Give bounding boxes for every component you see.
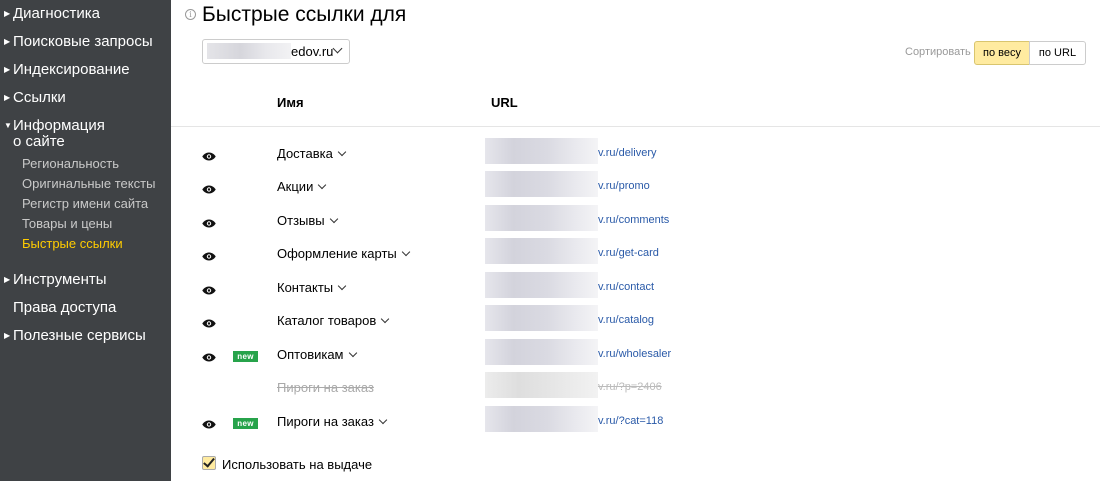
link-url[interactable]: v.ru/?cat=118 xyxy=(598,415,663,427)
url-domain-blur xyxy=(485,171,598,197)
link-name-dropdown[interactable]: Каталог товаров xyxy=(277,313,390,328)
eye-icon[interactable] xyxy=(202,248,216,261)
table-row: Каталог товаров v.ru/catalog xyxy=(171,305,1100,335)
sidebar-subitem-regionality[interactable]: Региональность xyxy=(22,156,119,172)
url-domain-blur xyxy=(485,372,598,398)
link-name: Пироги на заказ xyxy=(277,380,374,395)
url-domain-blur xyxy=(485,238,598,264)
sidebar-subitem-products-prices[interactable]: Товары и цены xyxy=(22,216,112,232)
chevron-down-icon xyxy=(378,415,388,425)
eye-icon[interactable] xyxy=(202,416,216,429)
new-badge: new xyxy=(233,418,258,429)
triangle-right-icon: ▶ xyxy=(4,275,11,284)
column-header-name: Имя xyxy=(277,95,304,110)
link-url[interactable]: v.ru/catalog xyxy=(598,314,654,326)
sidebar-item-tools[interactable]: ▶ Инструменты xyxy=(4,272,107,288)
link-url[interactable]: v.ru/comments xyxy=(598,214,669,226)
link-name-dropdown[interactable]: Оформление карты xyxy=(277,246,410,261)
url-domain-blur xyxy=(485,339,598,365)
link-name-dropdown[interactable]: Оптовикам xyxy=(277,347,357,362)
new-badge: new xyxy=(233,351,258,362)
table-row: Акции v.ru/promo xyxy=(171,171,1100,201)
sort-label: Сортировать xyxy=(905,46,971,58)
page-title: Быстрые ссылки для xyxy=(202,3,407,26)
sidebar-subitem-quick-links[interactable]: Быстрые ссылки xyxy=(22,236,123,252)
site-selector-value: edov.ru xyxy=(291,44,334,59)
eye-icon[interactable] xyxy=(202,282,216,295)
link-url[interactable]: v.ru/contact xyxy=(598,281,654,293)
link-name-text: Пироги на заказ xyxy=(277,414,374,429)
chevron-down-icon xyxy=(337,147,347,157)
sidebar-item-access-rights[interactable]: Права доступа xyxy=(13,300,116,316)
site-selector[interactable]: edov.ru xyxy=(202,39,350,64)
eye-icon[interactable] xyxy=(202,349,216,362)
triangle-down-icon: ▼ xyxy=(4,121,12,130)
link-name-text: Каталог товаров xyxy=(277,313,377,328)
url-domain-blur xyxy=(485,305,598,331)
chevron-down-icon xyxy=(332,43,343,54)
link-name-dropdown[interactable]: Акции xyxy=(277,179,327,194)
use-in-results-label: Использовать на выдаче xyxy=(222,457,373,472)
table-row: Оформление карты v.ru/get-card xyxy=(171,238,1100,268)
link-url[interactable]: v.ru/promo xyxy=(598,180,650,192)
url-domain-blur xyxy=(485,272,598,298)
sidebar: ▶ Диагностика ▶ Поисковые запросы ▶ Индекси… xyxy=(0,0,171,481)
eye-icon[interactable] xyxy=(202,148,216,161)
sidebar-item-site-info[interactable]: ▼Информация о сайте xyxy=(4,118,105,150)
site-name-blur xyxy=(207,43,291,59)
sidebar-item-indexing[interactable]: ▶ Индексирование xyxy=(4,62,130,78)
sidebar-item-search-queries[interactable]: ▶ Поисковые запросы xyxy=(4,34,153,50)
table-row: Доставка v.ru/delivery xyxy=(171,138,1100,168)
url-domain-blur xyxy=(485,138,598,164)
chevron-down-icon xyxy=(381,314,390,324)
chevron-down-icon xyxy=(337,281,347,291)
sidebar-subitem-site-name-case[interactable]: Регистр имени сайта xyxy=(22,196,148,212)
webmaster-app: ▶ Диагностика ▶ Поисковые запросы ▶ Индекси… xyxy=(0,0,1100,481)
link-url: v.ru/?p=2406 xyxy=(598,381,662,393)
table-row: Отзывы v.ru/comments xyxy=(171,205,1100,235)
triangle-right-icon: ▶ xyxy=(4,331,11,340)
table-row: new Пироги на заказ v.ru/?cat=118 xyxy=(171,406,1100,436)
link-name-text: Доставка xyxy=(277,146,333,161)
url-domain-blur xyxy=(485,406,598,432)
table-row: Пироги на заказ v.ru/?p=2406 xyxy=(171,372,1100,402)
link-name-dropdown[interactable]: Доставка xyxy=(277,146,347,161)
chevron-down-icon xyxy=(401,247,410,257)
sort-by-url-button[interactable]: по URL xyxy=(1029,41,1086,65)
info-icon[interactable]: i xyxy=(185,9,196,20)
chevron-down-icon xyxy=(329,214,338,224)
triangle-right-icon: ▶ xyxy=(4,37,11,46)
url-domain-blur xyxy=(485,205,598,231)
triangle-right-icon: ▶ xyxy=(4,93,11,102)
sidebar-item-diagnostics[interactable]: ▶ Диагностика xyxy=(4,6,100,22)
triangle-right-icon: ▶ xyxy=(4,65,11,74)
chevron-down-icon xyxy=(348,348,357,358)
eye-icon[interactable] xyxy=(202,215,216,228)
link-url[interactable]: v.ru/delivery xyxy=(598,147,656,159)
sidebar-item-useful-services[interactable]: ▶ Полезные сервисы xyxy=(4,328,146,344)
link-url[interactable]: v.ru/get-card xyxy=(598,247,659,259)
header-divider xyxy=(171,126,1100,127)
chevron-down-icon xyxy=(318,180,327,190)
link-name-text: Отзывы xyxy=(277,213,325,228)
link-name-dropdown[interactable]: Контакты xyxy=(277,280,347,295)
sidebar-subitem-original-texts[interactable]: Оригинальные тексты xyxy=(22,176,155,192)
table-row: Контакты v.ru/contact xyxy=(171,272,1100,302)
checkmark-icon xyxy=(203,455,215,468)
link-name-text: Оптовикам xyxy=(277,347,344,362)
link-name-text: Оформление карты xyxy=(277,246,397,261)
link-name-dropdown[interactable]: Пироги на заказ xyxy=(277,414,388,429)
column-header-url: URL xyxy=(491,95,518,110)
use-in-results-checkbox[interactable] xyxy=(202,455,216,470)
eye-icon[interactable] xyxy=(202,315,216,328)
link-name-dropdown[interactable]: Отзывы xyxy=(277,213,338,228)
table-row: new Оптовикам v.ru/wholesaler xyxy=(171,339,1100,369)
link-name-text: Контакты xyxy=(277,280,334,295)
sort-by-weight-button[interactable]: по весу xyxy=(974,41,1030,65)
link-url[interactable]: v.ru/wholesaler xyxy=(598,348,671,360)
sidebar-item-links[interactable]: ▶ Ссылки xyxy=(4,90,66,106)
eye-icon[interactable] xyxy=(202,181,216,194)
triangle-right-icon: ▶ xyxy=(4,9,11,18)
link-name-text: Акции xyxy=(277,179,314,194)
